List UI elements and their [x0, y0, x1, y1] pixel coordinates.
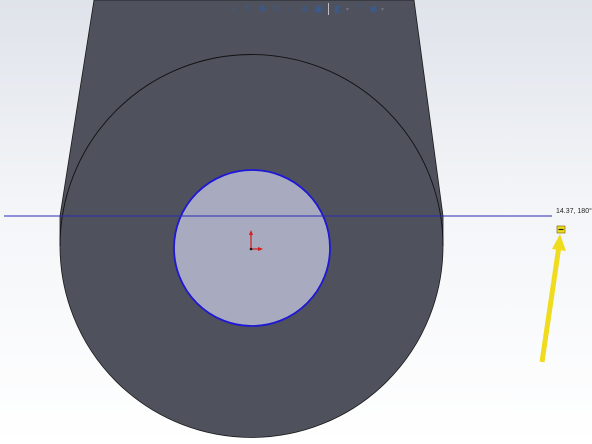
select-icon[interactable]: ↖ [242, 2, 255, 16]
pan-icon[interactable]: ✥ [256, 2, 269, 16]
chevron-down-icon[interactable]: ▾ [346, 6, 352, 13]
display-style-icon[interactable]: ◉ [367, 2, 380, 16]
cursor-point-icon [556, 225, 566, 234]
graphics-viewport[interactable] [0, 0, 592, 444]
view-orientation-icon[interactable]: ⇓ [228, 2, 241, 16]
previous-view-icon[interactable]: ▣ [312, 2, 325, 16]
chevron-down-icon[interactable]: ▾ [381, 6, 387, 13]
cursor-coordinate-readout: 14.37, 180° [556, 208, 592, 215]
section-view-icon[interactable]: ◧ [332, 2, 345, 16]
rotate-icon[interactable]: ↻ [270, 2, 283, 16]
toolbar-separator [328, 3, 329, 15]
zoom-to-area-icon[interactable]: ⊕ [298, 2, 311, 16]
zoom-to-fit-icon[interactable]: ⌕ [284, 2, 297, 16]
annotation-arrow [539, 234, 566, 363]
sketch-circle[interactable] [173, 169, 331, 327]
view-setting-icon[interactable]: ⊤ [353, 2, 366, 16]
heads-up-view-toolbar: ⇓ ↖ ✥ ↻ ⌕ ⊕ ▣ ◧ ▾ ⊤ ◉ ▾ [228, 1, 387, 17]
